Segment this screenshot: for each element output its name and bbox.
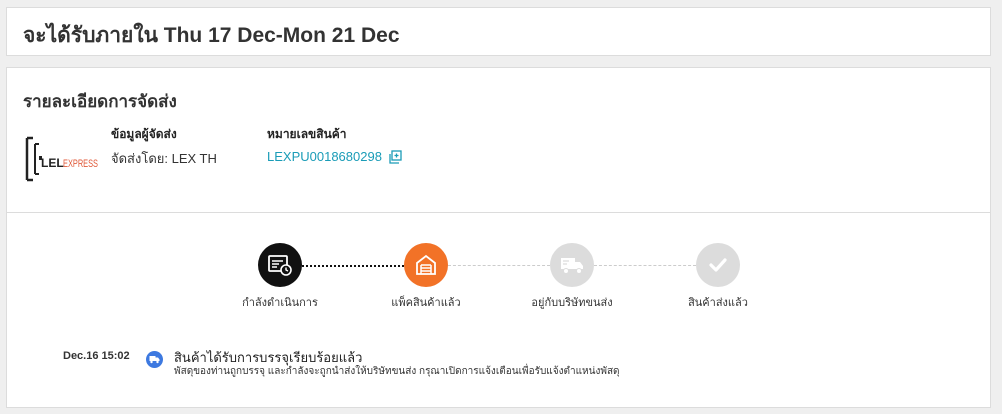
step-with-carrier [550,243,594,287]
tracking-number-row: LEXPU0018680298 [267,149,402,164]
step-label-delivered: สินค้าส่งแล้ว [688,297,748,309]
step-label-processing: กำลังดำเนินการ [242,297,318,309]
logo-express-text: EXPRESS [63,158,98,170]
step-delivered [696,243,740,287]
carrier-info-value: จัดส่งโดย: LEX TH [111,151,217,166]
tracking-number-link[interactable]: LEXPU0018680298 [267,149,382,164]
progress-line-pending-1 [448,265,550,266]
carrier-info-label: ข้อมูลผู้จัดส่ง [111,127,177,141]
logo-lel-text: LEL [41,156,64,170]
progress-tracker: กำลังดำเนินการ แพ็คสินค้าแล้ว อยู่กับบริ… [7,213,992,313]
progress-line-pending-2 [594,265,696,266]
delivery-estimate-title: จะได้รับภายใน Thu 17 Dec-Mon 21 Dec [23,24,400,47]
tracking-progress-card: กำลังดำเนินการ แพ็คสินค้าแล้ว อยู่กับบริ… [6,213,991,408]
truck-icon [561,258,583,274]
event-status-icon [146,351,163,368]
tracking-number-label: หมายเลขสินค้า [267,127,347,141]
delivery-estimate-card: จะได้รับภายใน Thu 17 Dec-Mon 21 Dec [6,7,991,56]
processing-icon [268,255,292,276]
step-processing [258,243,302,287]
event-description: พัสดุของท่านถูกบรรจุ และกำลังจะถูกนำส่งใ… [174,366,620,377]
step-label-with-carrier: อยู่กับบริษัทขนส่ง [531,297,613,309]
lel-express-logo: LEL EXPRESS [25,136,98,182]
event-time: Dec.16 15:02 [63,350,130,362]
step-packed [404,243,448,287]
shipping-details-card: รายละเอียดการจัดส่ง LEL EXPRESS ข้อมูลผู… [6,67,991,213]
step-label-packed: แพ็คสินค้าแล้ว [391,297,461,309]
shipping-details-title: รายละเอียดการจัดส่ง [23,92,177,111]
mini-truck-icon [149,356,160,364]
copy-icon[interactable] [388,149,402,164]
warehouse-icon [416,254,436,275]
check-icon [709,258,727,272]
